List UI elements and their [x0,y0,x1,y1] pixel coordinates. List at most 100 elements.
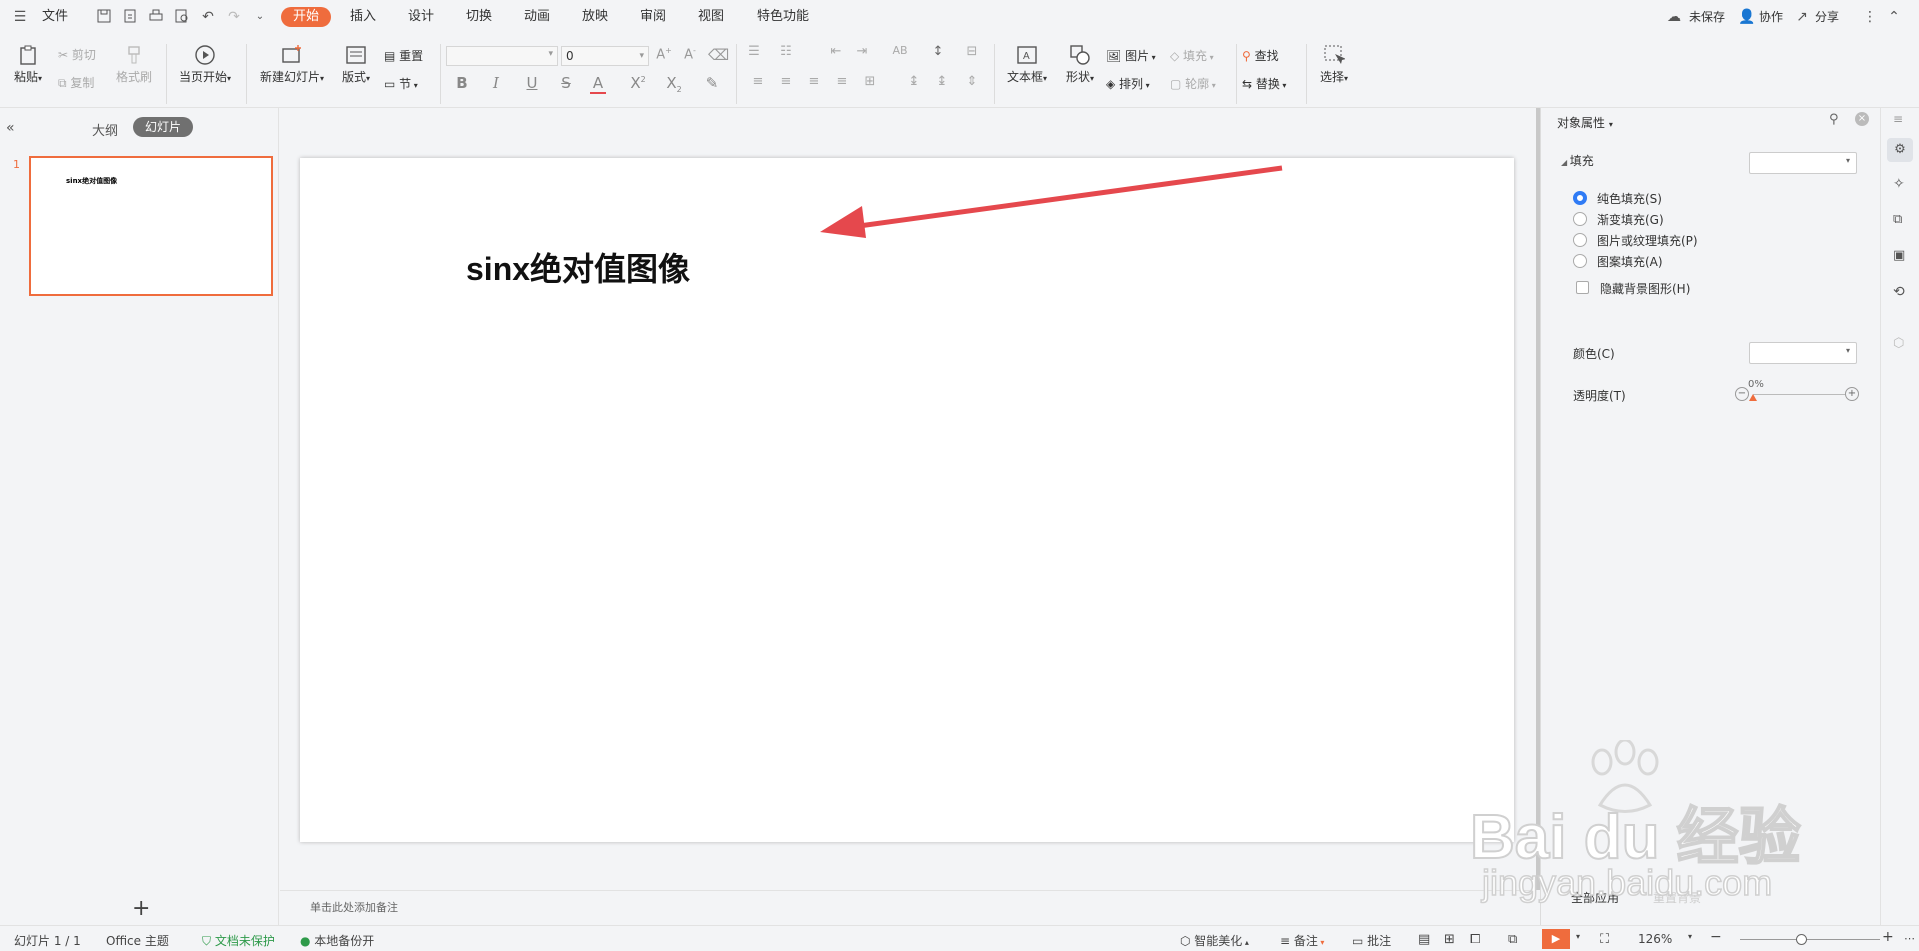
paste-button[interactable]: 粘贴▾ [10,44,46,85]
columns-icon[interactable]: ⊟ [962,44,982,59]
vertical-align-icon[interactable]: ⇕ [962,74,982,89]
zoom-slider-thumb[interactable] [1796,934,1807,945]
normal-view-icon[interactable]: ▤ [1418,932,1430,947]
transparency-increase-icon[interactable]: + [1845,387,1859,401]
play-from-current-button[interactable]: 当页开始▾ [174,44,236,85]
animation-icon[interactable]: ✧ [1893,176,1905,192]
close-icon[interactable]: × [1855,112,1869,126]
underline-icon[interactable]: U [522,74,542,92]
select-button[interactable]: 选择▾ [1314,44,1354,85]
section-button[interactable]: ▭ 节 ▾ [384,75,434,92]
transparency-decrease-icon[interactable]: − [1735,387,1749,401]
tab-review[interactable]: 审阅 [633,7,673,27]
theme-name[interactable]: Office 主题 [106,932,169,949]
zoom-out-icon[interactable]: − [1710,929,1722,945]
sort-icon[interactable]: ↕ [928,44,948,59]
more-status-icon[interactable]: ⋯ [1904,932,1915,945]
cube-icon[interactable]: ⬡ [1893,336,1904,351]
align-left-icon[interactable]: ≡ [748,74,768,89]
image-tools-icon[interactable]: ▣ [1893,248,1905,263]
radio-picture-fill[interactable] [1573,233,1587,247]
bullets-icon[interactable]: ☰ [744,44,764,59]
customize-toolbar-icon[interactable]: ⌄ [252,9,268,25]
collaborate-button[interactable]: 协作 [1756,7,1786,27]
doc-protect-status[interactable]: ⛉ 文档未保护 [202,932,275,949]
decrease-indent-icon[interactable]: ⇤ [826,44,846,59]
file-menu[interactable]: 文件 [38,7,72,27]
print-preview-icon[interactable] [174,9,190,25]
slide-title[interactable]: sinx绝对值图像 [466,244,690,290]
shape-button[interactable]: 形状▾ [1060,44,1100,85]
distribute-icon[interactable]: ⊞ [860,74,880,89]
color-dropdown[interactable]: ▾ [1749,342,1857,364]
tab-view[interactable]: 视图 [691,7,731,27]
paragraph-spacing-icon[interactable]: ↨ [932,74,952,89]
presenter-tools-icon[interactable]: ⧉ [1508,932,1517,947]
export-pdf-icon[interactable] [122,9,138,25]
replace-button[interactable]: ⇆ 替换 ▾ [1242,75,1298,92]
increase-font-icon[interactable]: A+ [654,46,674,62]
fill-button[interactable]: ◇ 填充 ▾ [1170,47,1226,64]
radio-gradient-fill[interactable] [1573,212,1587,226]
numbering-icon[interactable]: ☷ [776,44,796,59]
unsaved-status[interactable]: 未保存 [1684,7,1730,27]
text-direction-icon[interactable]: AB [890,44,910,57]
cut-button[interactable]: ✂ 剪切 [58,46,108,63]
undo-icon[interactable]: ↶ [200,9,216,25]
font-size-dropdown[interactable]: 0 ▾ [561,46,649,66]
history-icon[interactable]: ⟲ [1893,284,1905,300]
clear-format-icon[interactable]: ⌫ [708,46,729,64]
italic-icon[interactable]: I [486,74,506,92]
backup-status[interactable]: ● 本地备份开 [300,932,374,949]
outline-button[interactable]: ▢ 轮廓 ▾ [1170,75,1226,92]
slide-canvas[interactable]: sinx绝对值图像 [300,158,1514,842]
zoom-slider-track[interactable] [1740,939,1880,940]
align-right-icon[interactable]: ≡ [804,74,824,89]
tab-animation[interactable]: 动画 [517,7,557,27]
strikethrough-icon[interactable]: S [556,74,576,92]
reset-button[interactable]: ▤ 重置 [384,47,434,64]
highlight-icon[interactable]: ✎ [702,74,722,92]
copy-button[interactable]: ⧉ 复制 [58,74,108,91]
add-slide-icon[interactable]: + [132,896,150,921]
radio-pattern-fill[interactable] [1573,254,1587,268]
bold-icon[interactable]: B [452,74,472,92]
reading-view-icon[interactable]: ⧠ [1470,932,1480,947]
tab-design[interactable]: 设计 [401,7,441,27]
tab-transition[interactable]: 切换 [459,7,499,27]
format-painter-button[interactable]: 格式刷 [114,44,154,85]
pin-icon[interactable]: ⚲ [1829,112,1839,127]
line-spacing-icon[interactable]: ↨ [904,74,924,89]
transparency-slider-track[interactable] [1753,394,1845,395]
slideshow-options-icon[interactable]: ▾ [1576,932,1580,941]
font-color-icon[interactable]: A [590,74,606,94]
subscript-icon[interactable]: X2 [664,74,684,94]
panel-title[interactable]: 对象属性 ▾ [1557,114,1613,131]
transparency-slider-thumb[interactable] [1749,394,1757,401]
decrease-font-icon[interactable]: A- [680,46,700,62]
zoom-level[interactable]: 126% [1638,932,1672,946]
new-slide-button[interactable]: 新建幻灯片▾ [254,44,330,85]
radio-solid-fill[interactable] [1573,191,1587,205]
increase-indent-icon[interactable]: ⇥ [852,44,872,59]
slide-thumbnail[interactable]: sinx绝对值图像 [29,156,273,296]
sidebar-menu-icon[interactable]: ≡ [1893,112,1903,126]
print-icon[interactable] [148,9,164,25]
collapse-panel-icon[interactable]: « [6,120,15,136]
picture-button[interactable]: 🖼 图片 ▾ [1106,47,1164,64]
redo-icon[interactable]: ↷ [226,9,242,25]
hamburger-menu-icon[interactable]: ☰ [12,9,28,25]
arrange-button[interactable]: ◈ 排列 ▾ [1106,75,1164,92]
font-name-dropdown[interactable]: ▾ [446,46,558,66]
notes-pane[interactable]: 单击此处添加备注 [280,890,1530,925]
fill-preset-dropdown[interactable]: ▾ [1749,152,1857,174]
superscript-icon[interactable]: X2 [628,74,648,92]
fill-section-header[interactable]: ◢ 填充 [1561,152,1594,169]
more-options-icon[interactable]: ⋮ [1862,9,1878,25]
transition-icon[interactable]: ⧉ [1893,212,1902,227]
fit-window-icon[interactable]: ⛶ [1600,932,1609,947]
share-button[interactable]: 分享 [1812,7,1842,27]
slide-sorter-icon[interactable]: ⊞ [1444,932,1455,947]
align-center-icon[interactable]: ≡ [776,74,796,89]
zoom-dropdown-icon[interactable]: ▾ [1688,932,1692,941]
